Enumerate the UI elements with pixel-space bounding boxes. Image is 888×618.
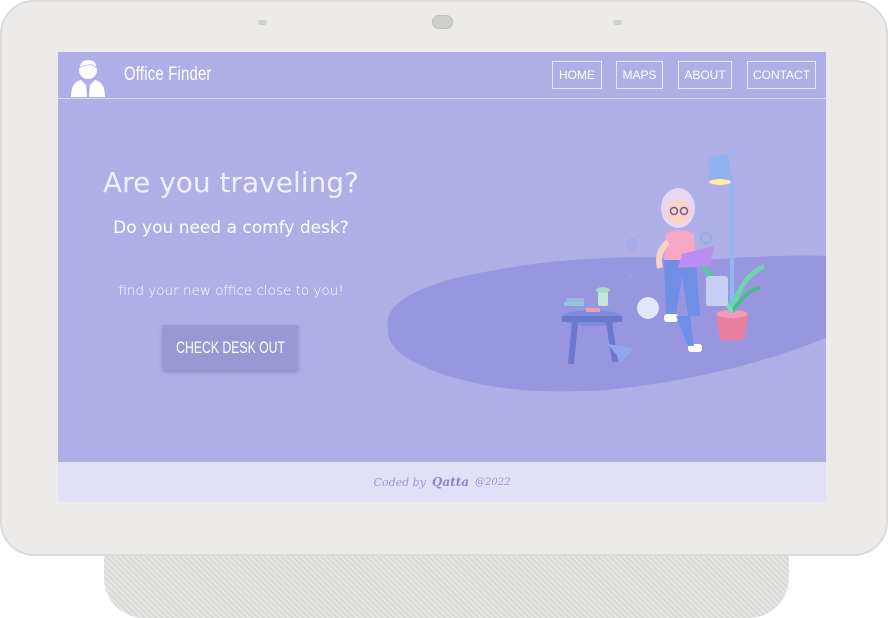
hero-text: find your new office close to you! (118, 283, 344, 299)
footer-author[interactable]: Qatta (432, 475, 469, 489)
nav-home[interactable]: HOME (552, 61, 602, 89)
user-avatar-icon[interactable] (69, 57, 107, 97)
check-desk-out-button[interactable]: CHECK DESK OUT (163, 325, 298, 370)
sensor-right (613, 20, 622, 25)
screen: Office Finder HOME MAPS ABOUT CONTACT Ar… (58, 52, 826, 502)
navbar: Office Finder HOME MAPS ABOUT CONTACT (58, 52, 826, 99)
svg-text:×: × (626, 272, 634, 283)
cta-label: CHECK DESK OUT (176, 337, 285, 357)
hero-title: Are you traveling? (103, 166, 359, 199)
nav-about[interactable]: ABOUT (678, 61, 732, 89)
nav-maps[interactable]: MAPS (616, 61, 663, 89)
footer: Coded by Qatta @2022 (58, 462, 826, 502)
hero-illustration: @ × (387, 148, 826, 392)
camera (432, 15, 453, 29)
sensor-left (258, 20, 267, 25)
svg-text:@: @ (626, 237, 638, 251)
footer-year: @2022 (475, 476, 511, 488)
device-stand (104, 548, 789, 618)
hero-subtitle: Do you need a comfy desk? (113, 218, 349, 238)
footer-by: Coded by (373, 475, 426, 489)
brand-name[interactable]: Office Finder (124, 64, 212, 86)
nav-contact[interactable]: CONTACT (747, 61, 816, 89)
